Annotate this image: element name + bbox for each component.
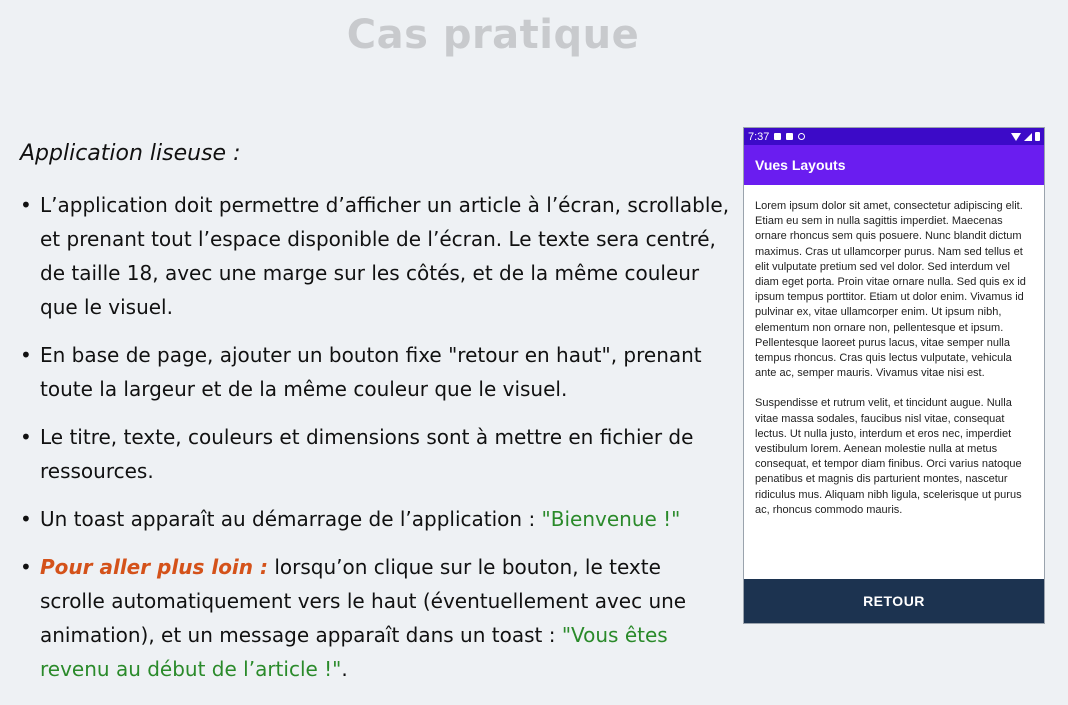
sim-icon (786, 133, 794, 140)
bullet-dot-icon: • (20, 343, 32, 367)
app-bar: Vues Layouts (744, 145, 1044, 185)
bullet-text: L’application doit permettre d’afficher … (40, 193, 730, 319)
status-right-icons (1011, 132, 1040, 141)
bullet-highlight: Pour aller plus loin : (40, 555, 268, 579)
bullet-text: En base de page, ajouter un bouton fixe … (40, 343, 702, 401)
toast-message-welcome: "Bienvenue !" (541, 507, 681, 531)
bullet-item-4: • Un toast apparaît au démarrage de l’ap… (20, 502, 730, 536)
bullet-dot-icon: • (20, 555, 32, 579)
bullet-dot-icon: • (20, 193, 32, 217)
article-paragraph: Suspendisse et rutrum velit, et tincidun… (755, 397, 1022, 516)
notification-icon (774, 133, 782, 140)
bullet-list: • L’application doit permettre d’affiche… (20, 188, 730, 686)
bullet-tail: . (341, 657, 348, 681)
phone-mockup: 7:37 Vues Layouts Lorem ipsum dolor sit … (743, 127, 1045, 624)
status-bar: 7:37 (744, 128, 1044, 145)
article-paragraph: Lorem ipsum dolor sit amet, consectetur … (755, 200, 1026, 380)
bullet-text: Le titre, texte, couleurs et dimensions … (40, 425, 694, 483)
app-title: Vues Layouts (755, 157, 846, 173)
bullet-item-5: • Pour aller plus loin : lorsqu’on cliqu… (20, 550, 730, 686)
signal-icon (1024, 132, 1032, 141)
sync-icon (798, 133, 806, 140)
wifi-icon (1011, 132, 1021, 141)
intro-text: Application liseuse : (20, 141, 241, 166)
retour-button[interactable]: RETOUR (744, 579, 1044, 623)
bullet-item-2: • En base de page, ajouter un bouton fix… (20, 338, 730, 406)
slide-title: Cas pratique (346, 12, 640, 58)
bullet-item-1: • L’application doit permettre d’affiche… (20, 188, 730, 324)
bullet-text: Un toast apparaît au démarrage de l’appl… (40, 507, 542, 531)
bullet-dot-icon: • (20, 507, 32, 531)
bullet-dot-icon: • (20, 425, 32, 449)
slide-content: Application liseuse : • L’application do… (20, 138, 730, 700)
bullet-item-3: • Le titre, texte, couleurs et dimension… (20, 420, 730, 488)
status-time: 7:37 (748, 130, 770, 143)
battery-icon (1035, 132, 1040, 141)
article-scroll-view[interactable]: Lorem ipsum dolor sit amet, consectetur … (744, 185, 1044, 573)
